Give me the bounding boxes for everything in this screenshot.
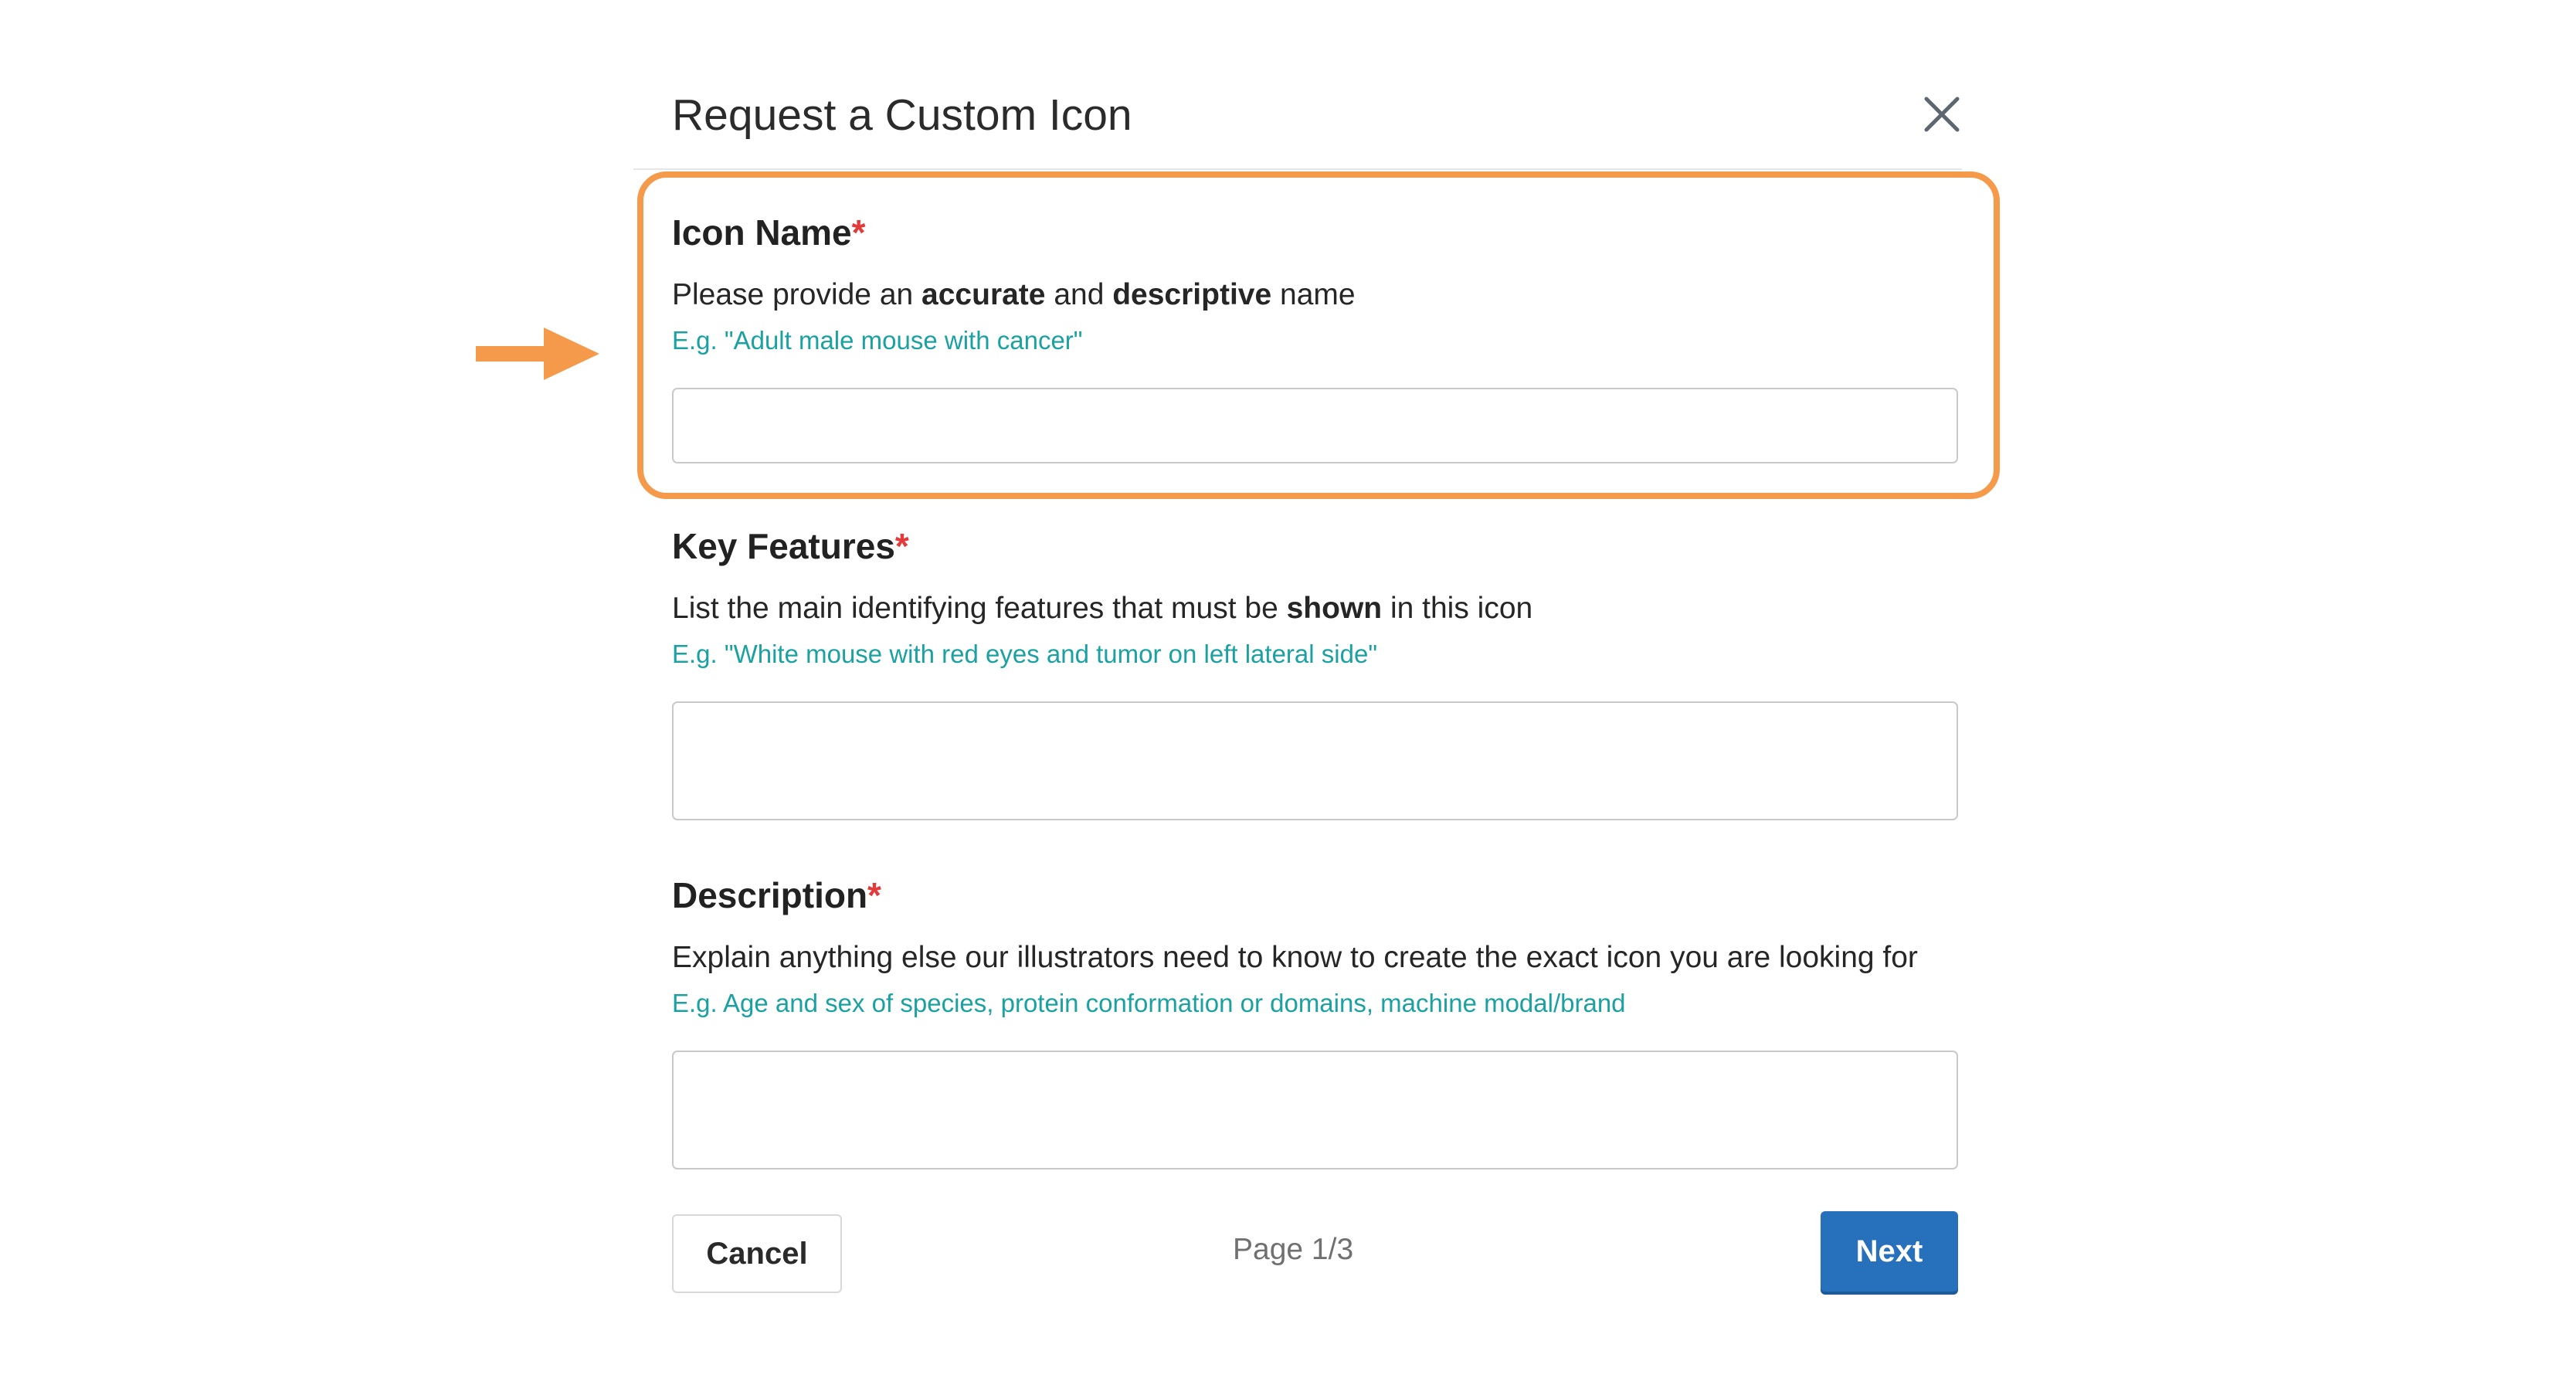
icon-name-input[interactable] [672, 388, 1958, 463]
key-features-input[interactable] [672, 701, 1958, 820]
key-features-example: E.g. "White mouse with red eyes and tumo… [672, 640, 1378, 668]
description-input[interactable] [672, 1051, 1958, 1169]
icon-name-field: Icon Name* Please provide an accurate an… [672, 212, 1958, 521]
description-label: Description* [672, 875, 881, 915]
required-mark: * [867, 875, 881, 915]
required-mark: * [851, 212, 866, 253]
key-features-field: Key Features* List the main identifying … [672, 525, 1958, 850]
required-mark: * [894, 526, 909, 566]
dialog-title: Request a Custom Icon [672, 90, 1132, 140]
description-example: E.g. Age and sex of species, protein con… [672, 989, 1626, 1017]
icon-name-label: Icon Name* [672, 212, 866, 253]
next-button[interactable]: Next [1821, 1211, 1958, 1292]
key-features-label: Key Features* [672, 526, 909, 566]
page: Request a Custom Icon Icon Name* Please … [0, 0, 2576, 1385]
description-help-text: Explain anything else our illustrators n… [672, 941, 1918, 974]
close-icon[interactable] [1922, 94, 1962, 134]
cancel-button[interactable]: Cancel [672, 1214, 842, 1293]
icon-name-help-text: Please provide an accurate and descripti… [672, 278, 1356, 311]
page-indicator: Page 1/3 [1233, 1233, 1354, 1266]
dialog-footer: Cancel Page 1/3 Next [672, 1211, 1958, 1296]
description-field: Description* Explain anything else our i… [672, 874, 1958, 1199]
arrow-right-icon [476, 328, 599, 380]
request-icon-dialog: Request a Custom Icon Icon Name* Please … [633, 77, 1962, 1293]
icon-name-example: E.g. "Adult male mouse with cancer" [672, 326, 1083, 355]
title-divider [633, 168, 1962, 170]
key-features-help-text: List the main identifying features that … [672, 592, 1533, 625]
